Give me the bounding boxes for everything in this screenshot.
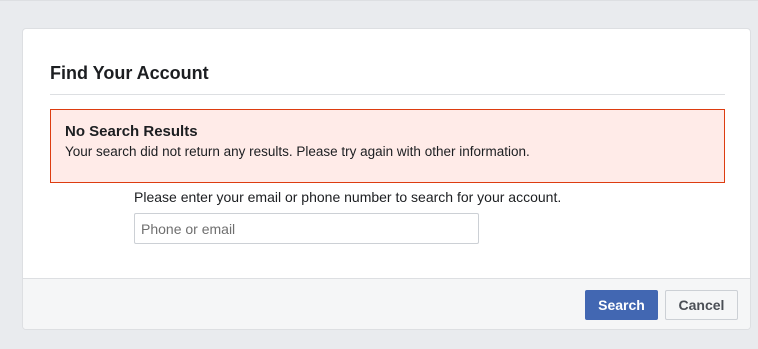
cancel-button[interactable]: Cancel [665,290,738,320]
dialog-header: Find Your Account [50,55,725,95]
error-message: Your search did not return any results. … [65,144,530,159]
search-button[interactable]: Search [585,290,658,320]
error-title: No Search Results [65,123,198,140]
find-account-dialog: Find Your Account No Search Results Your… [22,28,751,330]
search-instructions: Please enter your email or phone number … [134,189,562,205]
dialog-title: Find Your Account [50,63,209,83]
phone-or-email-input[interactable] [134,213,479,244]
error-alert: No Search Results Your search did not re… [50,109,725,183]
dialog-footer: Search Cancel [23,278,750,329]
top-divider [0,0,758,1]
